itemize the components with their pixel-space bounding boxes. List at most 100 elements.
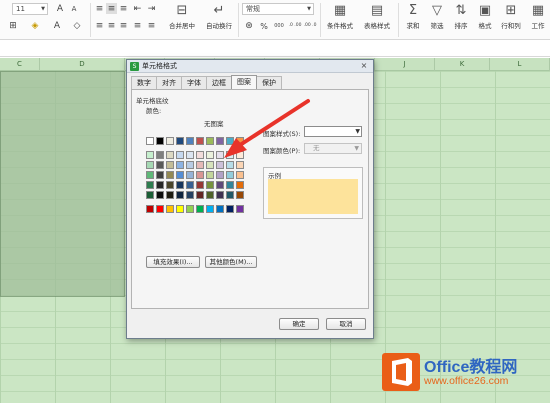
dialog-titlebar[interactable]: S 单元格格式 ×: [127, 60, 373, 73]
justify-icon[interactable]: ≡: [132, 20, 143, 31]
color-swatch[interactable]: [226, 181, 234, 189]
color-swatch[interactable]: [176, 137, 184, 145]
align-left-icon[interactable]: ≡: [94, 20, 105, 31]
color-swatch[interactable]: [206, 191, 214, 199]
color-swatch[interactable]: [186, 191, 194, 199]
color-swatch[interactable]: [186, 181, 194, 189]
pattern-style-select[interactable]: ▼: [304, 126, 362, 137]
align-right-icon[interactable]: ≡: [118, 20, 129, 31]
color-swatch[interactable]: [216, 137, 224, 145]
selected-range[interactable]: [0, 71, 125, 297]
color-swatch[interactable]: [216, 161, 224, 169]
distribute-icon[interactable]: ≡: [146, 20, 157, 31]
color-swatch[interactable]: [216, 151, 224, 159]
formula-bar[interactable]: [0, 40, 550, 57]
color-swatch[interactable]: [166, 137, 174, 145]
color-swatch[interactable]: [226, 151, 234, 159]
thousands-button[interactable]: 000: [272, 20, 286, 32]
tab-border[interactable]: 边框: [206, 76, 232, 89]
column-header[interactable]: D: [40, 58, 125, 71]
color-swatch[interactable]: [236, 137, 244, 145]
align-top-icon[interactable]: ≡: [94, 3, 105, 14]
color-swatch[interactable]: [166, 161, 174, 169]
color-swatch[interactable]: [156, 205, 164, 213]
color-swatch[interactable]: [216, 191, 224, 199]
align-center-icon[interactable]: ≡: [106, 20, 117, 31]
color-swatch[interactable]: [146, 151, 154, 159]
currency-icon[interactable]: ⊛: [242, 20, 256, 32]
color-swatch[interactable]: [166, 151, 174, 159]
row-col-button[interactable]: ⊞ 行和列: [498, 2, 524, 38]
font-color-icon[interactable]: A: [48, 20, 66, 32]
color-swatch[interactable]: [186, 151, 194, 159]
color-swatch[interactable]: [236, 171, 244, 179]
color-swatch[interactable]: [166, 191, 174, 199]
close-icon[interactable]: ×: [358, 61, 370, 71]
color-swatch[interactable]: [176, 181, 184, 189]
merge-center-button[interactable]: ⊟ 合并居中: [164, 2, 200, 38]
ok-button[interactable]: 确定: [279, 318, 319, 330]
sort-button[interactable]: ⇅ 排序: [450, 2, 472, 38]
tab-number[interactable]: 数字: [131, 76, 157, 89]
color-swatch[interactable]: [176, 171, 184, 179]
color-swatch[interactable]: [146, 137, 154, 145]
color-swatch[interactable]: [146, 205, 154, 213]
color-swatch[interactable]: [206, 151, 214, 159]
fill-color-icon[interactable]: ◈: [26, 20, 44, 32]
color-swatch[interactable]: [146, 161, 154, 169]
color-swatch[interactable]: [176, 161, 184, 169]
color-swatch[interactable]: [196, 137, 204, 145]
color-swatch[interactable]: [186, 137, 194, 145]
color-swatch[interactable]: [236, 191, 244, 199]
color-swatch[interactable]: [156, 137, 164, 145]
color-swatch[interactable]: [186, 171, 194, 179]
color-swatch[interactable]: [186, 205, 194, 213]
color-swatch[interactable]: [196, 161, 204, 169]
shrink-font-button[interactable]: A: [68, 3, 80, 15]
color-swatch[interactable]: [236, 151, 244, 159]
indent-decrease-icon[interactable]: ⇤: [132, 3, 143, 14]
color-swatch[interactable]: [196, 191, 204, 199]
color-swatch[interactable]: [156, 161, 164, 169]
color-swatch[interactable]: [196, 151, 204, 159]
decrease-decimal-button[interactable]: .00 .0: [303, 18, 317, 34]
align-bottom-icon[interactable]: ≡: [118, 3, 129, 14]
color-swatch[interactable]: [216, 171, 224, 179]
wrap-text-button[interactable]: ↵ 自动换行: [202, 2, 236, 38]
table-style-button[interactable]: ▤ 表格样式: [359, 2, 395, 38]
color-swatch[interactable]: [156, 181, 164, 189]
grow-font-button[interactable]: A: [54, 3, 66, 15]
color-swatch[interactable]: [226, 191, 234, 199]
percent-button[interactable]: %: [258, 20, 270, 32]
color-swatch[interactable]: [196, 171, 204, 179]
color-swatch[interactable]: [176, 191, 184, 199]
color-swatch[interactable]: [146, 191, 154, 199]
clear-format-icon[interactable]: ◇: [68, 20, 86, 32]
format-button[interactable]: ▣ 格式: [474, 2, 496, 38]
color-swatch[interactable]: [206, 205, 214, 213]
color-swatch[interactable]: [206, 161, 214, 169]
color-swatch[interactable]: [236, 181, 244, 189]
color-swatch[interactable]: [166, 171, 174, 179]
color-swatch[interactable]: [206, 181, 214, 189]
color-swatch[interactable]: [236, 205, 244, 213]
more-colors-button[interactable]: 其他颜色(M)...: [205, 256, 257, 268]
tab-alignment[interactable]: 对齐: [156, 76, 182, 89]
column-header[interactable]: J: [375, 58, 435, 71]
column-header[interactable]: L: [490, 58, 550, 71]
color-swatch[interactable]: [146, 171, 154, 179]
conditional-format-button[interactable]: ▦ 条件格式: [322, 2, 358, 38]
tab-font[interactable]: 字体: [181, 76, 207, 89]
color-swatch[interactable]: [156, 151, 164, 159]
color-swatch[interactable]: [156, 171, 164, 179]
color-swatch[interactable]: [226, 205, 234, 213]
font-size-select[interactable]: 11 ▼: [12, 3, 48, 15]
color-swatch[interactable]: [226, 161, 234, 169]
fill-effects-button[interactable]: 填充效果(I)...: [146, 256, 200, 268]
color-swatch[interactable]: [226, 171, 234, 179]
color-swatch[interactable]: [146, 181, 154, 189]
color-swatch[interactable]: [216, 205, 224, 213]
column-header[interactable]: C: [0, 58, 40, 71]
color-swatch[interactable]: [186, 161, 194, 169]
worksheet-button[interactable]: ▦ 工作: [527, 2, 549, 38]
